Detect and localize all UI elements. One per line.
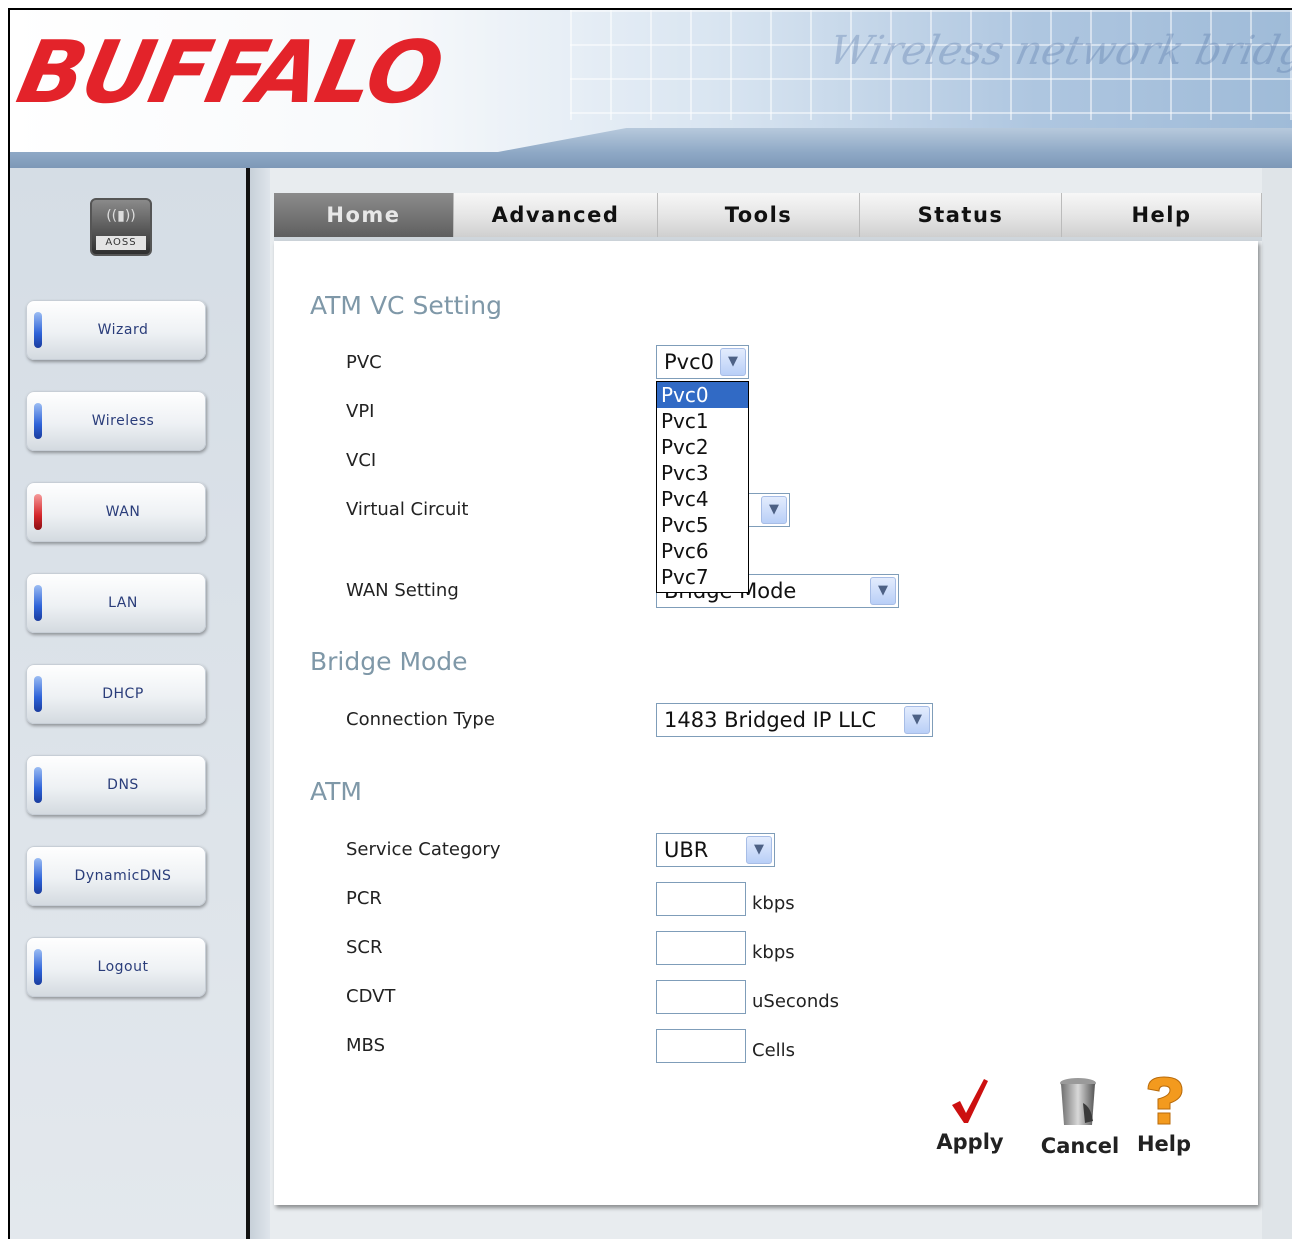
section-title-atm-vc: ATM VC Setting — [310, 291, 502, 320]
mbs-label: MBS — [346, 1035, 385, 1056]
cdvt-label: CDVT — [346, 986, 396, 1007]
apply-label: Apply — [936, 1130, 1004, 1154]
status-indicator — [34, 767, 42, 803]
pvc-select[interactable]: Pvc0 ▼ — [656, 345, 749, 379]
tab-label: Advanced — [491, 203, 620, 227]
sidebar-item-dns[interactable]: DNS — [26, 755, 206, 815]
sidebar-item-wireless[interactable]: Wireless — [26, 391, 206, 451]
trash-can-icon — [1060, 1078, 1096, 1125]
pvc-label: PVC — [346, 352, 382, 373]
header-banner: Wireless network bridge BUFFALO — [10, 10, 1292, 168]
pvc-selected-value: Pvc0 — [664, 350, 714, 374]
connection-type-select[interactable]: 1483 Bridged IP LLC ▼ — [656, 703, 933, 737]
status-indicator — [34, 585, 42, 621]
pvc-option[interactable]: Pvc4 — [657, 486, 748, 512]
connection-type-label: Connection Type — [346, 709, 495, 730]
service-category-label: Service Category — [346, 839, 501, 860]
pvc-option[interactable]: Pvc3 — [657, 460, 748, 486]
chevron-down-icon: ▼ — [904, 706, 930, 734]
sidebar-item-label: Logout — [97, 959, 149, 975]
sidebar-item-label: DynamicDNS — [74, 868, 172, 884]
pvc-option[interactable]: Pvc7 — [657, 564, 748, 590]
aoss-button[interactable]: ((▮)) AOSS — [90, 198, 152, 256]
pvc-option[interactable]: Pvc2 — [657, 434, 748, 460]
help-label: Help — [1136, 1132, 1192, 1156]
pvc-option[interactable]: Pvc1 — [657, 408, 748, 434]
status-indicator — [34, 949, 42, 985]
virtual-circuit-label: Virtual Circuit — [346, 499, 469, 520]
chevron-down-icon: ▼ — [870, 577, 896, 605]
status-indicator — [34, 676, 42, 712]
active-indicator — [34, 494, 42, 530]
sidebar-item-lan[interactable]: LAN — [26, 573, 206, 633]
sidebar-item-label: WAN — [105, 504, 141, 520]
router-admin-window: Wireless network bridge BUFFALO ((▮)) AO… — [8, 8, 1292, 1239]
tab-help[interactable]: Help — [1062, 193, 1262, 237]
section-title-atm: ATM — [310, 777, 363, 806]
tab-label: Home — [326, 203, 401, 227]
tab-label: Status — [917, 203, 1004, 227]
tab-advanced[interactable]: Advanced — [454, 193, 658, 237]
aoss-signal-icon: ((▮)) — [106, 208, 136, 224]
sidebar-item-dhcp[interactable]: DHCP — [26, 664, 206, 724]
connection-type-value: 1483 Bridged IP LLC — [664, 708, 877, 732]
tab-label: Help — [1131, 203, 1192, 227]
cdvt-unit: uSeconds — [752, 991, 840, 1012]
top-tabs: Home Advanced Tools Status Help — [274, 193, 1262, 237]
right-margin — [1262, 168, 1292, 1239]
buffalo-logo: BUFFALO — [10, 23, 450, 123]
status-indicator — [34, 312, 42, 348]
vpi-label: VPI — [346, 401, 375, 422]
tab-home[interactable]: Home — [274, 193, 454, 237]
vci-label: VCI — [346, 450, 377, 471]
pvc-option[interactable]: Pvc0 — [657, 382, 748, 408]
tab-tools[interactable]: Tools — [658, 193, 860, 237]
tab-label: Tools — [724, 203, 793, 227]
cdvt-input[interactable] — [656, 980, 746, 1014]
sidebar-item-dynamicdns[interactable]: DynamicDNS — [26, 846, 206, 906]
service-category-select[interactable]: UBR ▼ — [656, 833, 775, 867]
scr-unit: kbps — [752, 942, 795, 963]
scr-label: SCR — [346, 937, 383, 958]
sidebar-item-label: DNS — [107, 777, 139, 793]
checkmark-icon — [952, 1079, 988, 1123]
header-script-decoration: Wireless network bridge — [825, 28, 1292, 74]
chevron-down-icon: ▼ — [761, 496, 787, 524]
content-panel: ATM VC Setting PVC Pvc0 ▼ VPI VCI Virtua… — [274, 241, 1258, 1205]
sidebar-item-logout[interactable]: Logout — [26, 937, 206, 997]
sidebar-item-label: LAN — [108, 595, 138, 611]
cancel-button[interactable]: Cancel — [1037, 1077, 1123, 1158]
status-indicator — [34, 858, 42, 894]
sidebar-divider-shadow — [250, 168, 270, 1239]
wan-setting-label: WAN Setting — [346, 580, 459, 601]
sidebar-item-wan[interactable]: WAN — [26, 482, 206, 542]
question-mark-icon — [1147, 1076, 1183, 1125]
pvc-dropdown-list: Pvc0 Pvc1 Pvc2 Pvc3 Pvc4 Pvc5 Pvc6 Pvc7 — [656, 381, 749, 593]
tab-status[interactable]: Status — [860, 193, 1062, 237]
mbs-unit: Cells — [752, 1040, 796, 1061]
section-title-bridge-mode: Bridge Mode — [310, 647, 468, 676]
scr-input[interactable] — [656, 931, 746, 965]
help-button[interactable]: Help — [1132, 1075, 1196, 1156]
pcr-input[interactable] — [656, 882, 746, 916]
pvc-option[interactable]: Pvc5 — [657, 512, 748, 538]
status-indicator — [34, 403, 42, 439]
service-category-value: UBR — [664, 838, 709, 862]
pcr-unit: kbps — [752, 893, 795, 914]
cancel-label: Cancel — [1040, 1134, 1120, 1158]
apply-button[interactable]: Apply — [934, 1075, 1006, 1154]
sidebar-item-label: Wireless — [91, 413, 155, 429]
sidebar-item-label: DHCP — [102, 686, 144, 702]
sidebar-item-wizard[interactable]: Wizard — [26, 300, 206, 360]
aoss-label: AOSS — [96, 236, 146, 250]
chevron-down-icon: ▼ — [720, 348, 746, 376]
chevron-down-icon: ▼ — [746, 836, 772, 864]
header-swoosh — [10, 128, 1292, 168]
pvc-option[interactable]: Pvc6 — [657, 538, 748, 564]
pcr-label: PCR — [346, 888, 382, 909]
sidebar-item-label: Wizard — [97, 322, 149, 338]
mbs-input[interactable] — [656, 1029, 746, 1063]
